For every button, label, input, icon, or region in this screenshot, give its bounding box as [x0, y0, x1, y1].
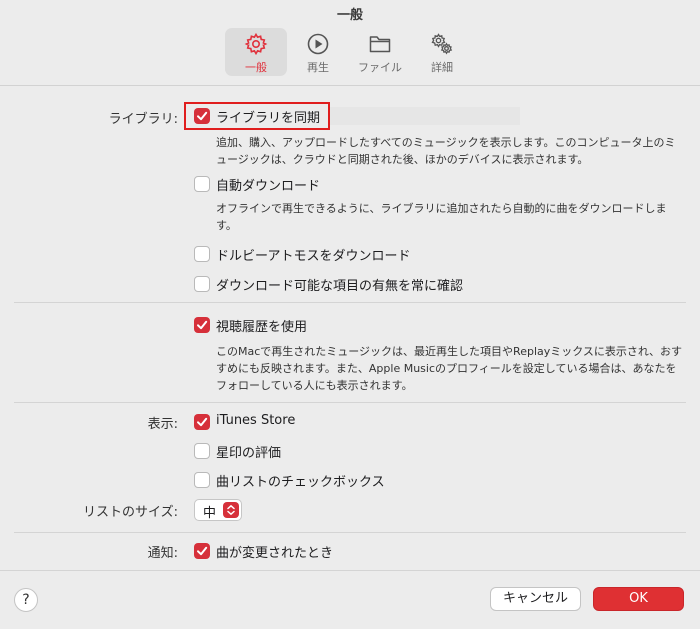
tab-general-label: 一般: [245, 61, 267, 74]
section-divider: [14, 532, 686, 533]
library-label: ライブラリ:: [108, 112, 178, 127]
updown-chevron-icon: [223, 502, 239, 518]
gears-icon: [431, 33, 453, 55]
toolbar: 一般 一般 再生 ファイル 詳細: [0, 0, 700, 86]
gear-icon: [244, 32, 268, 56]
help-button[interactable]: ?: [14, 588, 38, 612]
tab-general[interactable]: 一般: [225, 28, 287, 76]
star-ratings-checkbox[interactable]: [194, 443, 210, 459]
list-size-value: 中: [203, 506, 217, 521]
tab-playback-label: 再生: [307, 61, 329, 74]
list-size-select[interactable]: 中: [194, 499, 242, 521]
tab-files[interactable]: ファイル: [349, 28, 411, 76]
checkmark-icon: [197, 320, 208, 330]
sync-library-checkbox[interactable]: [194, 108, 210, 124]
itunes-store-checkbox[interactable]: [194, 414, 210, 430]
checkmark-icon: [197, 546, 208, 556]
window-title: 一般: [336, 8, 363, 23]
always-check-label: ダウンロード可能な項目の有無を常に確認: [216, 279, 464, 294]
ok-button[interactable]: OK: [593, 587, 684, 611]
itunes-store-label: iTunes Store: [216, 413, 296, 428]
sync-library-label: ライブラリを同期: [216, 111, 321, 126]
always-check-checkbox[interactable]: [194, 276, 210, 292]
song-changes-label: 曲が変更されたとき: [216, 546, 334, 561]
auto-download-description: オフラインで再生できるように、ライブラリに追加されたら自動的に曲をダウンロードし…: [216, 202, 667, 232]
section-divider: [14, 302, 686, 303]
sync-library-description: 追加、購入、アップロードしたすべてのミュージックを表示します。このコンピュータ上…: [216, 136, 676, 166]
tab-playback[interactable]: 再生: [287, 28, 349, 76]
song-changes-checkbox[interactable]: [194, 543, 210, 559]
auto-download-label: 自動ダウンロード: [216, 179, 321, 194]
tab-advanced[interactable]: 詳細: [411, 28, 473, 76]
listening-history-description: このMacで再生されたミュージックは、最近再生した項目やReplayミックスに表…: [216, 345, 683, 392]
dolby-download-checkbox[interactable]: [194, 246, 210, 262]
auto-download-checkbox[interactable]: [194, 176, 210, 192]
checkmark-icon: [197, 417, 208, 427]
listening-history-label: 視聴履歴を使用: [216, 320, 308, 335]
tab-advanced-label: 詳細: [431, 61, 453, 74]
play-circle-icon: [307, 33, 329, 55]
dolby-download-label: ドルビーアトモスをダウンロード: [216, 249, 411, 264]
notifications-label: 通知:: [147, 546, 178, 561]
listening-history-checkbox[interactable]: [194, 317, 210, 333]
library-field-background: [330, 107, 520, 125]
song-checkboxes-label: 曲リストのチェックボックス: [216, 475, 385, 490]
star-ratings-label: 星印の評価: [216, 446, 282, 461]
song-checkboxes-checkbox[interactable]: [194, 472, 210, 488]
display-label: 表示:: [147, 417, 178, 432]
cancel-button[interactable]: キャンセル: [490, 587, 581, 611]
dialog-footer: ? キャンセル OK: [0, 570, 700, 629]
tab-files-label: ファイル: [358, 61, 402, 74]
section-divider: [14, 402, 686, 403]
folder-icon: [369, 36, 391, 53]
checkmark-icon: [197, 111, 208, 121]
list-size-label: リストのサイズ:: [83, 505, 178, 520]
